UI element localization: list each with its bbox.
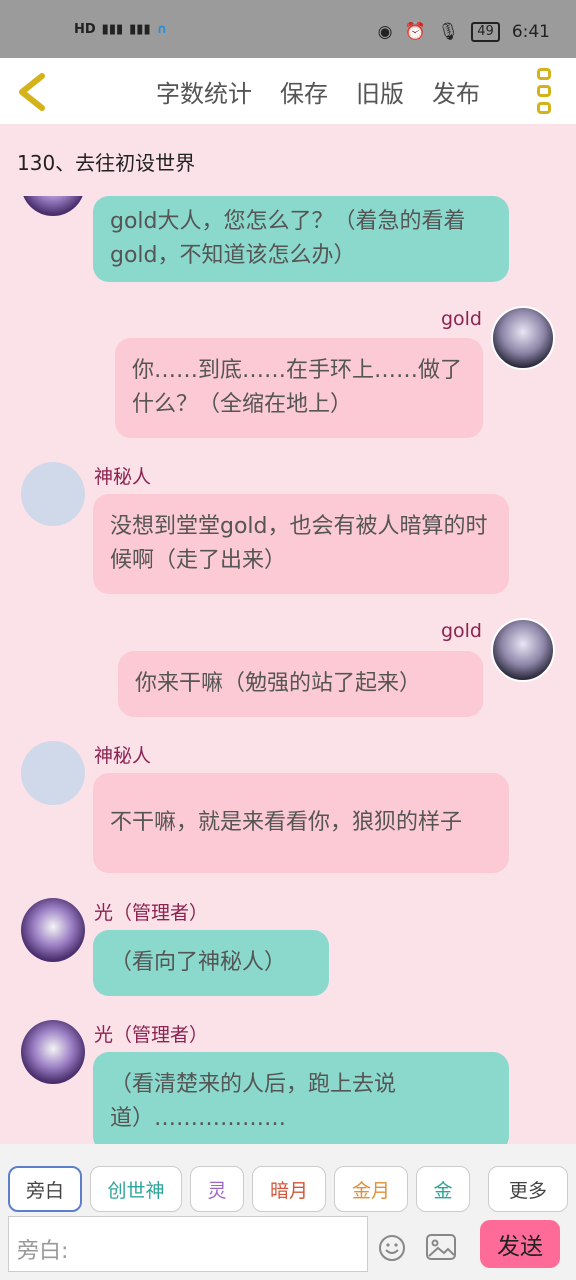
role-tag-gold[interactable]: 金 (416, 1166, 470, 1212)
clock: 6:41 (511, 22, 550, 42)
sender-name: 神秘人 (94, 745, 152, 767)
sender-name: gold (440, 620, 482, 642)
signal-icon: ▮▮▮ (101, 22, 124, 37)
message-bubble[interactable]: 没想到堂堂gold，也会有被人暗算的时候啊（走了出来） (93, 494, 509, 594)
avatar[interactable] (21, 741, 85, 805)
message-bubble[interactable]: （看清楚来的人后，跑上去说道）……………… (93, 1052, 509, 1144)
mic-icon: 🎙 (437, 22, 460, 42)
message-text: 你……到底……在手环上……做了什么？（全缩在地上） (132, 358, 463, 417)
status-left: HD ▮▮▮ ▮▮▮ ∩ (74, 22, 167, 37)
top-toolbar: 字数统计 保存 旧版 发布 (0, 58, 576, 124)
avatar[interactable] (21, 196, 85, 216)
save-button[interactable]: 保存 (280, 74, 328, 109)
emoji-icon[interactable] (378, 1234, 406, 1262)
back-arrow-icon[interactable] (14, 70, 54, 114)
role-tag-dark-moon[interactable]: 暗月 (252, 1166, 326, 1212)
message-bubble[interactable]: 你……到底……在手环上……做了什么？（全缩在地上） (115, 338, 483, 438)
status-bar: HD ▮▮▮ ▮▮▮ ∩ ◉ ⏰ 🎙 49 6:41 (0, 0, 576, 58)
signal-5g-icon: ▮▮▮ (129, 22, 151, 37)
battery-indicator: 49 (471, 22, 500, 42)
message-bubble[interactable]: 不干嘛，就是来看看你，狼狈的样子 (93, 773, 509, 873)
input-panel: 旁白 创世神 灵 暗月 金月 金 更多 旁白: 发送 (0, 1144, 576, 1280)
role-selector: 旁白 创世神 灵 暗月 金月 金 (8, 1166, 470, 1212)
message-text: 不干嘛，就是来看看你，狼狈的样子 (110, 810, 463, 835)
message-text: gold大人，您怎么了？（着急的看着gold，不知道该怎么办） (110, 209, 466, 268)
hd-indicator: HD (74, 22, 96, 37)
message-text: 你来干嘛（勉强的站了起来） (135, 671, 422, 696)
toolbar-menu: 字数统计 保存 旧版 发布 (156, 74, 480, 109)
send-button[interactable]: 发送 (480, 1220, 560, 1268)
message-bubble[interactable]: （看向了神秘人） (93, 930, 329, 996)
more-roles-button[interactable]: 更多 (488, 1166, 568, 1212)
chat-area[interactable]: gold大人，您怎么了？（着急的看着gold，不知道该怎么办） gold 你……… (0, 196, 576, 1144)
message-text: 没想到堂堂gold，也会有被人暗算的时候啊（走了出来） (110, 514, 488, 573)
sender-name: 光（管理者） (94, 902, 209, 924)
sender-name: gold (440, 308, 482, 330)
message-bubble[interactable]: gold大人，您怎么了？（着急的看着gold，不知道该怎么办） (93, 196, 509, 282)
image-icon[interactable] (426, 1234, 456, 1260)
more-options-icon[interactable] (534, 68, 554, 114)
old-version-button[interactable]: 旧版 (356, 74, 404, 109)
avatar[interactable] (491, 306, 555, 370)
role-tag-creator[interactable]: 创世神 (90, 1166, 182, 1212)
message-bubble[interactable]: 你来干嘛（勉强的站了起来） (118, 651, 483, 717)
sender-name: 神秘人 (94, 466, 152, 488)
publish-button[interactable]: 发布 (432, 74, 480, 109)
role-tag-ling[interactable]: 灵 (190, 1166, 244, 1212)
avatar[interactable] (21, 1020, 85, 1084)
avatar[interactable] (21, 898, 85, 962)
alarm-icon: ⏰ (404, 22, 426, 42)
eye-icon: ◉ (377, 22, 393, 42)
avatar[interactable] (491, 618, 555, 682)
status-right: ◉ ⏰ 🎙 49 6:41 (378, 22, 550, 42)
message-text: （看向了神秘人） (110, 950, 287, 975)
role-tag-narrator[interactable]: 旁白 (8, 1166, 82, 1212)
message-text: （看清楚来的人后，跑上去说道）……………… (110, 1072, 397, 1131)
word-count-button[interactable]: 字数统计 (156, 74, 252, 109)
role-tag-gold-moon[interactable]: 金月 (334, 1166, 408, 1212)
headset-icon: ∩ (156, 22, 168, 37)
avatar[interactable] (21, 462, 85, 526)
message-input[interactable]: 旁白: (8, 1216, 368, 1272)
chapter-title: 130、去往初设世界 (17, 151, 196, 175)
sender-name: 光（管理者） (94, 1024, 209, 1046)
